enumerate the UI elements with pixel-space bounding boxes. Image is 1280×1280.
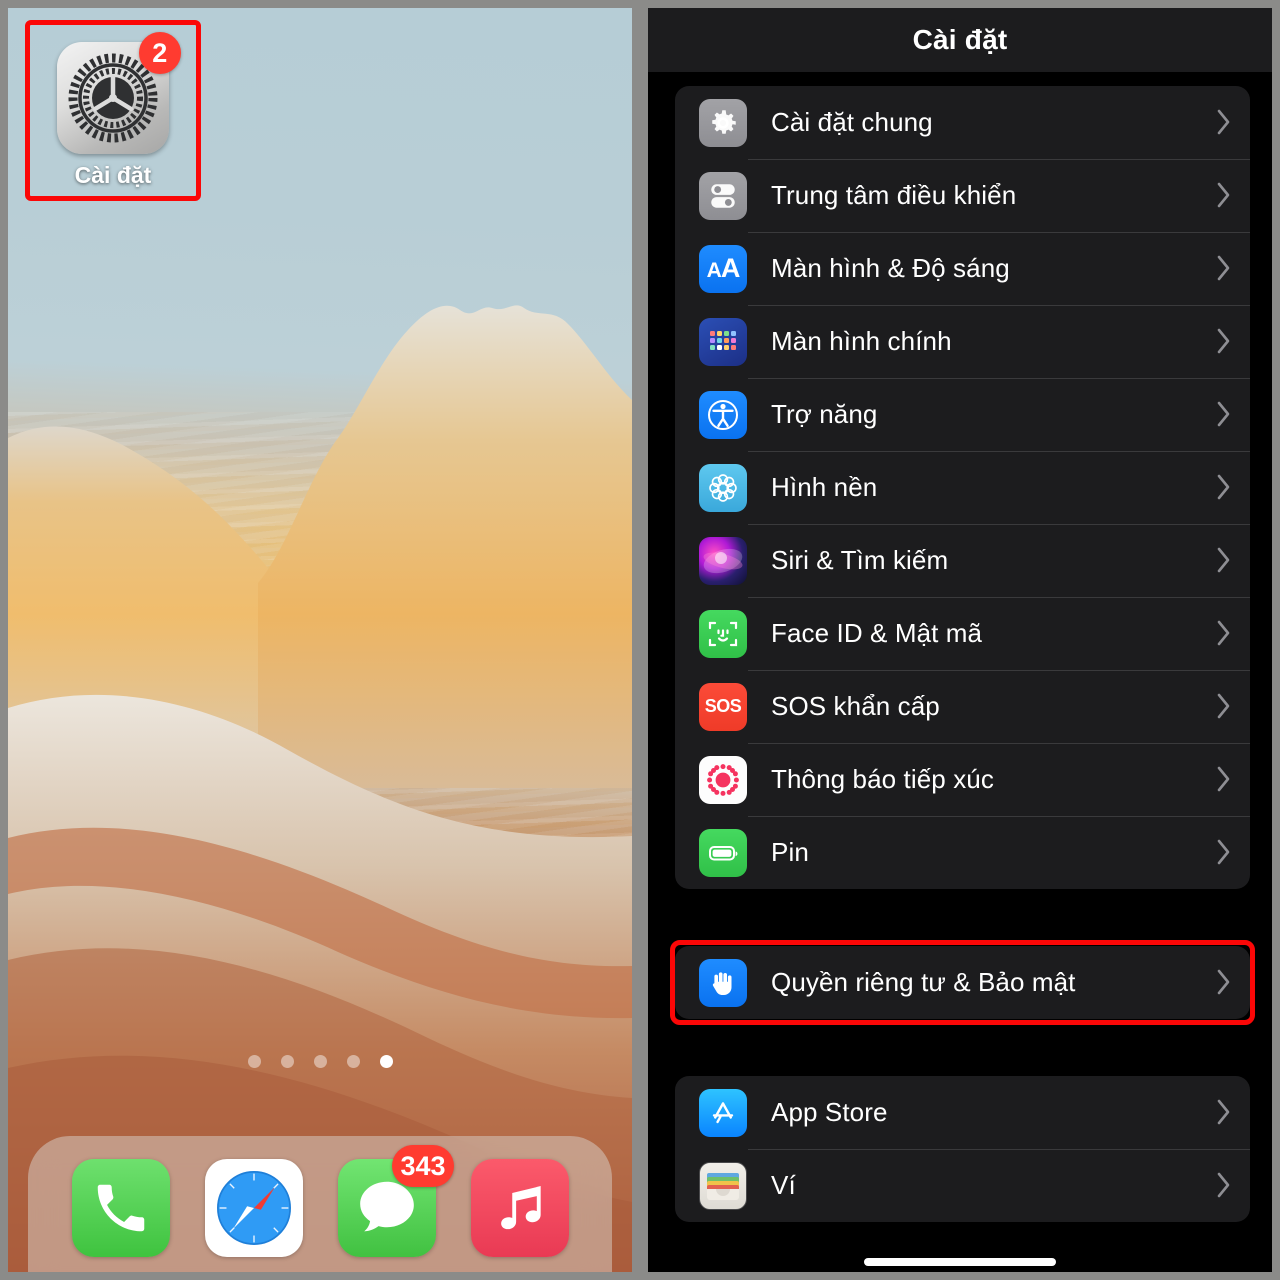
settings-row-display-brightness[interactable]: AA Màn hình & Độ sáng [675, 232, 1250, 305]
settings-row-label: Trung tâm điều khiển [771, 180, 1017, 210]
settings-scroll-area[interactable]: Cài đặt chung Trung tâm điều khiển AA Mà… [648, 72, 1272, 1272]
page-dots-indicator[interactable] [8, 1055, 632, 1068]
iphone-home-screen: 2 Cài đặt 343 [8, 8, 632, 1272]
settings-row-label: Màn hình & Độ sáng [771, 253, 1010, 283]
battery-icon [699, 828, 747, 877]
app-icon-wrapper[interactable]: 2 [57, 32, 181, 154]
settings-row-label: Pin [771, 837, 809, 867]
chevron-right-icon [1216, 619, 1232, 647]
chevron-right-icon [1216, 838, 1232, 866]
settings-navbar: Cài đặt [648, 8, 1272, 72]
app-label-settings: Cài đặt [74, 162, 152, 188]
wallet-icon [699, 1161, 747, 1210]
dock-app-safari[interactable] [204, 1159, 303, 1257]
settings-row-exposure-notifications[interactable]: Thông báo tiếp xúc [675, 743, 1250, 816]
chevron-right-icon [1216, 968, 1232, 996]
privacy-hand-icon [699, 958, 747, 1007]
sos-icon: SOS [699, 682, 747, 731]
settings-app-screen: Cài đặt Cài đặt chung Trung tâm điều khi… [648, 8, 1272, 1272]
settings-group-privacy-wrapper: Quyền riêng tư & Bảo mật [670, 940, 1255, 1025]
settings-row-privacy-security[interactable]: Quyền riêng tư & Bảo mật [675, 946, 1250, 1019]
settings-group-store: App Store Ví [675, 1076, 1250, 1222]
chevron-right-icon [1216, 546, 1232, 574]
chevron-right-icon [1216, 1098, 1232, 1126]
app-store-icon [699, 1088, 747, 1137]
settings-row-app-store[interactable]: App Store [675, 1076, 1250, 1149]
settings-row-control-center[interactable]: Trung tâm điều khiển [675, 159, 1250, 232]
page-title: Cài đặt [912, 24, 1008, 55]
settings-row-accessibility[interactable]: Trợ năng [675, 378, 1250, 451]
settings-row-label: Hình nền [771, 472, 878, 502]
exposure-notification-icon [699, 755, 747, 804]
settings-row-label: Ví [771, 1170, 796, 1200]
settings-row-battery[interactable]: Pin [675, 816, 1250, 889]
settings-row-general[interactable]: Cài đặt chung [675, 86, 1250, 159]
chevron-right-icon [1216, 473, 1232, 501]
chevron-right-icon [1216, 692, 1232, 720]
home-app-cell-settings[interactable]: 2 Cài đặt [25, 20, 201, 201]
chevron-right-icon [1216, 765, 1232, 793]
settings-row-label: Trợ năng [771, 399, 878, 429]
gear-icon [699, 98, 747, 147]
settings-row-label: App Store [771, 1097, 888, 1127]
dock-app-messages[interactable]: 343 [337, 1145, 454, 1257]
chevron-right-icon [1216, 327, 1232, 355]
page-dot-1[interactable] [247, 1055, 261, 1068]
page-dot-3[interactable] [313, 1055, 327, 1068]
chevron-right-icon [1216, 254, 1232, 282]
settings-row-label: Siri & Tìm kiếm [771, 545, 949, 575]
home-indicator-bar [864, 1258, 1056, 1266]
settings-row-label: Cài đặt chung [771, 107, 933, 137]
settings-group-system: Cài đặt chung Trung tâm điều khiển AA Mà… [675, 86, 1250, 889]
screenshot-root: 2 Cài đặt 343 Cài đặt Cài đặt chung Trun… [0, 0, 1280, 1280]
dock-badge-messages: 343 [392, 1145, 454, 1187]
face-id-icon [699, 609, 747, 658]
phone-icon [97, 1184, 144, 1232]
control-center-icon [699, 171, 747, 220]
chevron-right-icon [1216, 108, 1232, 136]
safari-compass-icon [216, 1171, 291, 1245]
chevron-right-icon [1216, 1171, 1232, 1199]
settings-row-label: Quyền riêng tư & Bảo mật [771, 967, 1076, 997]
page-dot-4[interactable] [346, 1055, 360, 1068]
settings-row-siri-search[interactable]: Siri & Tìm kiếm [675, 524, 1250, 597]
settings-row-emergency-sos[interactable]: SOS SOS khẩn cấp [675, 670, 1250, 743]
settings-row-label: Thông báo tiếp xúc [771, 764, 994, 794]
home-dock: 343 [28, 1136, 612, 1272]
settings-row-label: Face ID & Mật mã [771, 618, 983, 648]
home-screen-icon [699, 317, 747, 366]
music-note-icon [500, 1186, 541, 1230]
settings-row-wallet[interactable]: Ví [675, 1149, 1250, 1222]
chevron-right-icon [1216, 400, 1232, 428]
accessibility-icon [699, 390, 747, 439]
settings-row-label: Màn hình chính [771, 326, 952, 356]
settings-row-face-id-passcode[interactable]: Face ID & Mật mã [675, 597, 1250, 670]
settings-row-wallpaper[interactable]: Hình nền [675, 451, 1250, 524]
page-dot-2[interactable] [280, 1055, 294, 1068]
app-badge-count: 2 [139, 32, 181, 74]
wallpaper-icon [699, 463, 747, 512]
dock-app-music[interactable] [470, 1159, 569, 1257]
siri-icon [699, 536, 747, 585]
chevron-right-icon [1216, 181, 1232, 209]
page-dot-5[interactable] [379, 1055, 393, 1068]
settings-row-label: SOS khẩn cấp [771, 691, 940, 721]
dock-app-phone[interactable] [71, 1159, 170, 1257]
settings-row-home-screen[interactable]: Màn hình chính [675, 305, 1250, 378]
display-brightness-icon: AA [699, 244, 747, 293]
settings-group-privacy: Quyền riêng tư & Bảo mật [675, 946, 1250, 1019]
